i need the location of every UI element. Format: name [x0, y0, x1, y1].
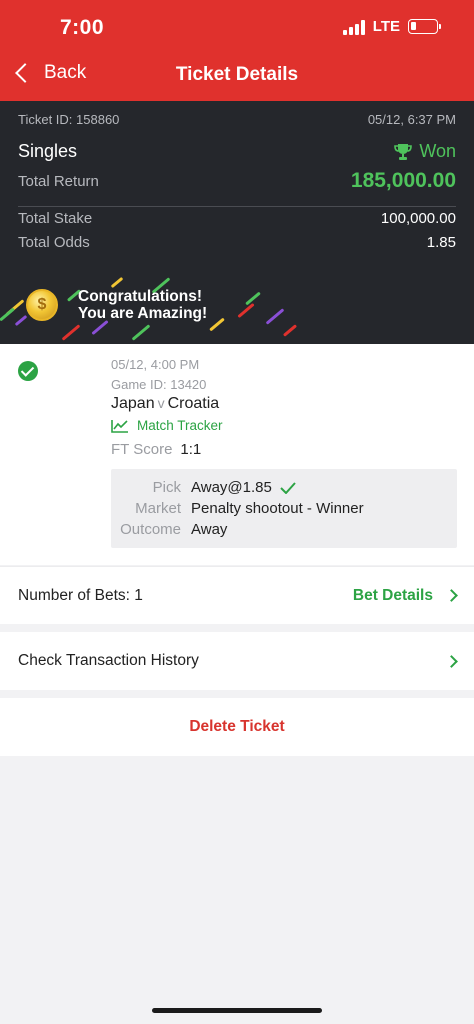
home-indicator[interactable]: [152, 1008, 322, 1013]
confetti-streak: [91, 319, 109, 336]
pick-details: Pick Away@1.85 Market Penalty shootout -…: [111, 469, 457, 548]
bet-datetime: 05/12, 4:00 PM: [111, 357, 200, 372]
chart-line-icon: [111, 419, 128, 433]
market-label: Market: [135, 500, 181, 517]
game-id: Game ID: 13420: [111, 377, 207, 392]
confetti-streak: [265, 308, 285, 325]
result-badge: Won: [393, 141, 456, 162]
confetti-streak: [61, 324, 81, 341]
top-bar: 7:00 LTE Back Ticket Details: [0, 0, 474, 101]
market-value: Penalty shootout - Winner: [191, 500, 364, 517]
ticket-type-row: Singles Won: [18, 141, 456, 162]
confetti-streak: [0, 307, 15, 322]
ticket-datetime: 05/12, 6:37 PM: [367, 112, 456, 127]
bet-card: 05/12, 4:00 PM Game ID: 13420 Japan v Croa…: [0, 344, 474, 565]
outcome-row: Outcome Away: [111, 521, 227, 538]
ticket-id: Ticket ID: 158860: [18, 112, 120, 127]
chevron-left-icon: [15, 63, 35, 83]
total-stake-value: 100,000.00: [380, 210, 456, 227]
outcome-value: Away: [191, 521, 228, 538]
pick-value: Away@1.85: [191, 479, 272, 496]
back-button[interactable]: Back: [14, 62, 86, 84]
match-tracker-link[interactable]: Match Tracker: [111, 418, 223, 433]
coin-icon: $: [26, 289, 58, 321]
ticket-meta-row: Ticket ID: 158860 05/12, 6:37 PM: [18, 112, 456, 127]
summary-divider: [18, 206, 456, 207]
ft-score: FT Score 1:1: [111, 441, 201, 458]
ticket-summary: Ticket ID: 158860 05/12, 6:37 PM Singles…: [0, 101, 474, 344]
status-indicators: LTE: [342, 18, 441, 35]
pick-label: Pick: [152, 479, 181, 496]
total-odds-value: 1.85: [426, 234, 456, 251]
market-row: Market Penalty shootout - Winner: [111, 500, 364, 517]
transaction-history-row[interactable]: Check Transaction History: [0, 632, 474, 690]
congrats-line-1: Congratulations!: [78, 288, 202, 305]
ticket-type: Singles: [18, 141, 78, 161]
match-tracker-label: Match Tracker: [137, 418, 223, 433]
congrats-banner: Congratulations! You are Amazing!: [78, 288, 207, 322]
versus-label: v: [157, 395, 165, 411]
home-team: Japan: [111, 395, 155, 412]
confetti-streak: [131, 324, 151, 341]
status-time: 7:00: [60, 16, 105, 39]
confetti-streak: [14, 314, 28, 327]
total-return-value: 185,000.00: [350, 169, 456, 192]
bets-count: Number of Bets: 1: [18, 586, 143, 604]
bet-details-label: Bet Details: [352, 586, 433, 604]
check-circle-icon: [18, 361, 38, 381]
chevron-right-icon: [445, 589, 458, 602]
back-label: Back: [44, 62, 87, 83]
bet-details-link[interactable]: Bet Details: [352, 586, 458, 605]
congrats-line-2: You are Amazing!: [78, 305, 208, 322]
pick-value-group: Away@1.85: [191, 479, 296, 496]
outcome-label: Outcome: [120, 521, 181, 538]
checkmark-icon: [280, 481, 296, 494]
away-team: Croatia: [167, 395, 220, 412]
total-stake-label: Total Stake: [18, 210, 93, 227]
battery-icon: [408, 19, 441, 34]
match-teams: Japan v Croatia: [111, 395, 219, 413]
total-stake-row: Total Stake 100,000.00: [18, 210, 456, 227]
delete-ticket-label: Delete Ticket: [189, 718, 285, 735]
ft-score-value: 1:1: [180, 441, 202, 458]
pick-row: Pick Away@1.85: [111, 479, 296, 496]
delete-ticket-button[interactable]: Delete Ticket: [0, 698, 474, 756]
confetti-streak: [237, 302, 255, 319]
total-return-label: Total Return: [18, 172, 99, 190]
chevron-right-icon: [445, 654, 458, 668]
total-return-row: Total Return 185,000.00: [18, 169, 456, 193]
result-label: Won: [419, 141, 456, 161]
bets-count-row: Number of Bets: 1 Bet Details: [0, 566, 474, 624]
confetti-streak: [282, 324, 298, 337]
transaction-history-label: Check Transaction History: [18, 652, 199, 669]
confetti-streak: [110, 276, 124, 289]
total-odds-row: Total Odds 1.85: [18, 234, 456, 251]
signal-icon: [342, 19, 365, 35]
network-type: LTE: [372, 18, 400, 35]
confetti-streak: [209, 317, 225, 332]
total-odds-label: Total Odds: [18, 234, 90, 251]
ft-score-label: FT Score: [111, 441, 173, 458]
trophy-icon: [394, 143, 413, 160]
